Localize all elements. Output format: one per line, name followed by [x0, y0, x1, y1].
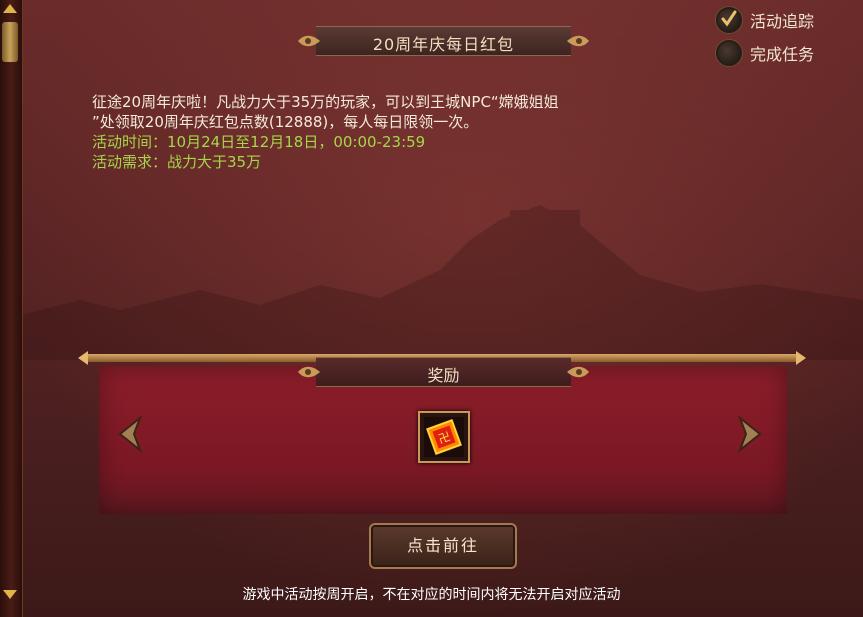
event-title-banner: 20周年庆每日红包 — [296, 26, 591, 56]
scroll-thumb[interactable] — [2, 22, 18, 62]
description-line-1: 征途20周年庆啦！凡战力大于35万的玩家，可以到王城NPC“嫦娥姐姐 — [92, 93, 559, 111]
page-title: 20周年庆每日红包 — [372, 35, 515, 54]
checkbox-checked[interactable] — [716, 7, 742, 33]
red-envelope-icon: 卍 — [424, 417, 464, 457]
checkmark-icon — [721, 10, 737, 27]
go-button[interactable]: 点击前往 — [369, 523, 517, 569]
event-description: 征途20周年庆啦！凡战力大于35万的玩家，可以到王城NPC“嫦娥姐姐 ”处领取2… — [92, 92, 782, 172]
background-city-silhouette — [0, 205, 863, 360]
reward-title-banner: 奖励 — [296, 357, 591, 387]
complete-task-label: 完成任务 — [750, 45, 815, 64]
event-time: 活动时间：10月24日至12月18日，00:00-23:59 — [92, 133, 426, 151]
checkbox-unchecked[interactable] — [716, 40, 742, 66]
scrollbar[interactable] — [0, 0, 23, 617]
next-arrow-icon[interactable] — [736, 414, 766, 454]
footer-note: 游戏中活动按周开启，不在对应的时间内将无法开启对应活动 — [242, 587, 621, 603]
complete-task-checkbox[interactable]: 完成任务 — [716, 40, 814, 66]
prev-arrow-icon[interactable] — [114, 414, 144, 454]
reward-title: 奖励 — [427, 366, 460, 385]
reward-item-slot[interactable]: 卍 — [418, 411, 470, 463]
event-requirement: 活动需求：战力大于35万 — [92, 153, 262, 171]
description-line-2: ”处领取20周年庆红包点数(12888)，每人每日限领一次。 — [92, 113, 479, 131]
scroll-up-arrow-icon[interactable] — [3, 4, 17, 13]
track-activity-label: 活动追踪 — [750, 12, 815, 31]
track-activity-checkbox[interactable]: 活动追踪 — [716, 7, 814, 33]
